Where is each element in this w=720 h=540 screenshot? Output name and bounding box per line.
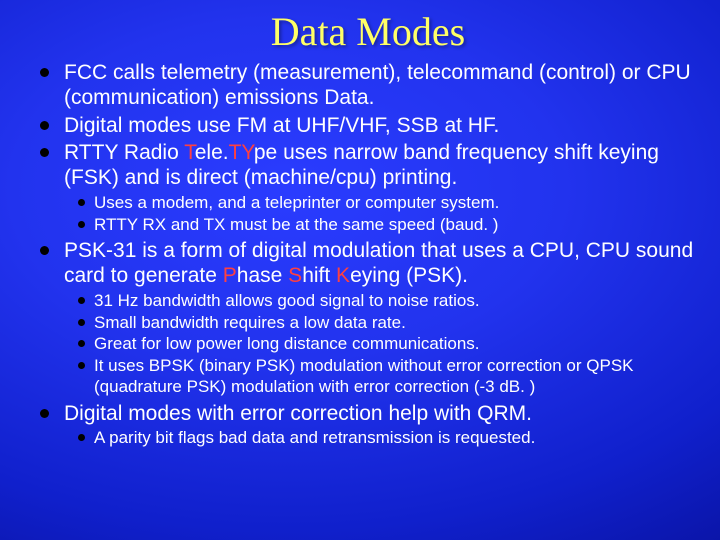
bullet-item: RTTY Radio Tele.TYpe uses narrow band fr… (36, 141, 696, 235)
sub-bullet-item: RTTY RX and TX must be at the same speed… (76, 215, 696, 236)
bullet-text: hase (237, 264, 288, 287)
highlight-letter: K (336, 264, 350, 287)
bullet-text: FCC calls telemetry (measurement), telec… (64, 61, 691, 109)
bullet-text: hift (302, 264, 336, 287)
bullet-list-level1: FCC calls telemetry (measurement), telec… (36, 61, 700, 449)
bullet-text: Digital modes with error correction help… (64, 402, 532, 425)
bullet-text: ele. (195, 141, 229, 164)
bullet-item: PSK-31 is a form of digital modulation t… (36, 239, 696, 397)
slide-title: Data Modes (36, 8, 700, 55)
bullet-text: Uses a modem, and a teleprinter or compu… (94, 193, 499, 212)
bullet-text: Small bandwidth requires a low data rate… (94, 313, 406, 332)
bullet-text: RTTY Radio (64, 141, 184, 164)
bullet-list-level2: 31 Hz bandwidth allows good signal to no… (64, 291, 696, 398)
bullet-item: Digital modes with error correction help… (36, 402, 696, 450)
sub-bullet-item: Small bandwidth requires a low data rate… (76, 313, 696, 334)
bullet-item: Digital modes use FM at UHF/VHF, SSB at … (36, 114, 696, 139)
bullet-text: Great for low power long distance commun… (94, 334, 480, 353)
sub-bullet-item: Great for low power long distance commun… (76, 334, 696, 355)
highlight-letter: TY (229, 141, 254, 164)
bullet-text: eying (PSK). (350, 264, 468, 287)
bullet-list-level2: Uses a modem, and a teleprinter or compu… (64, 193, 696, 235)
bullet-list-level2: A parity bit flags bad data and retransm… (64, 428, 696, 449)
bullet-text: A parity bit flags bad data and retransm… (94, 428, 535, 447)
highlight-letter: S (288, 264, 302, 287)
bullet-item: FCC calls telemetry (measurement), telec… (36, 61, 696, 111)
bullet-text: RTTY RX and TX must be at the same speed… (94, 215, 498, 234)
bullet-text: It uses BPSK (binary PSK) modulation wit… (94, 356, 634, 396)
slide: Data Modes FCC calls telemetry (measurem… (0, 0, 720, 540)
highlight-letter: T (184, 141, 195, 164)
sub-bullet-item: Uses a modem, and a teleprinter or compu… (76, 193, 696, 214)
highlight-letter: P (223, 264, 237, 287)
sub-bullet-item: It uses BPSK (binary PSK) modulation wit… (76, 356, 696, 397)
sub-bullet-item: A parity bit flags bad data and retransm… (76, 428, 696, 449)
bullet-text: Digital modes use FM at UHF/VHF, SSB at … (64, 114, 499, 137)
bullet-text: 31 Hz bandwidth allows good signal to no… (94, 291, 480, 310)
sub-bullet-item: 31 Hz bandwidth allows good signal to no… (76, 291, 696, 312)
